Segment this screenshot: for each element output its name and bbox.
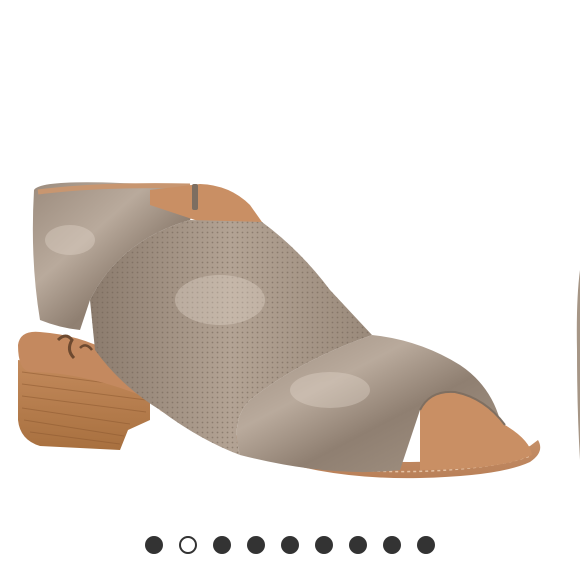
open-toe [420,391,532,470]
carousel-dot-1[interactable] [145,536,163,554]
carousel-dot-3[interactable] [213,536,231,554]
carousel-dot-2-active[interactable] [179,536,197,554]
image-viewer [0,0,580,580]
carousel-dot-4[interactable] [247,536,265,554]
next-slide-peek[interactable] [574,270,580,460]
carousel-dot-8[interactable] [383,536,401,554]
carousel-pagination [0,536,580,554]
carousel-dot-9[interactable] [417,536,435,554]
carousel-dot-6[interactable] [315,536,333,554]
carousel-dot-5[interactable] [281,536,299,554]
carousel-dot-7[interactable] [349,536,367,554]
product-photo[interactable] [0,0,580,520]
